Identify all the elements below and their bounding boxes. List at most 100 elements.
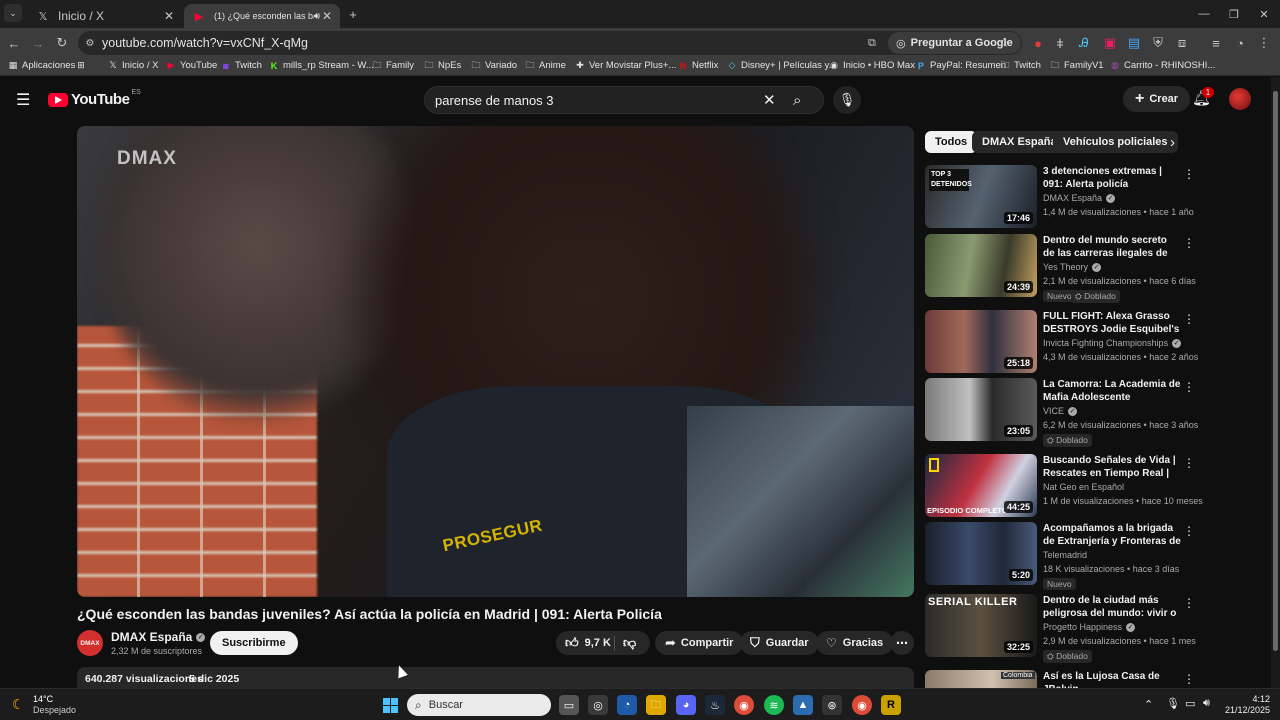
tab-x[interactable]: 𝕏 Inicio / X ✕ [28,4,182,28]
bookmark-folder-twitch[interactable]: 🗀 Twitch [1000,60,1040,72]
recommendation-item[interactable]: 25:18 FULL FIGHT: Alexa Grasso DESTROYS … [925,310,1198,374]
page-scrollbar[interactable] [1271,77,1280,688]
bookmark-apps[interactable]: ▦ Aplicaciones [8,60,76,71]
restore-icon[interactable]: ❐ [1224,4,1244,24]
bookmark-rhinoshield[interactable]: ◍ Carrito - RHINOSHI... [1110,60,1215,71]
bookmark-folder-familyv1[interactable]: 🗀 FamilyV1 [1050,60,1103,72]
like-icon[interactable]: 👍︎ [565,635,579,651]
chevron-up-icon[interactable]: ⌃ [1144,698,1153,711]
hamburger-menu-icon[interactable]: ☰ [16,90,30,110]
more-options-icon[interactable]: ⋮ [1183,167,1195,181]
tab-media-icon[interactable]: ≡ [1206,33,1226,53]
network-icon[interactable]: ▭ [1185,697,1195,710]
bookmark-grid[interactable]: ⊞ [76,60,90,70]
clock-time[interactable]: 4:12 [1226,694,1270,704]
bookmark-twitch[interactable]: ◙ Twitch [221,60,262,71]
dislike-icon[interactable]: 👎︎ [623,635,636,651]
more-options-icon[interactable]: ⋮ [1183,312,1195,326]
bookmark-folder-family[interactable]: 🗀 Family [372,60,414,72]
more-options-icon[interactable]: ⋮ [1183,524,1195,538]
app-icon[interactable]: ◎ [588,695,608,715]
recommendation-item[interactable]: EPISODIO COMPLETO 44:25 Buscando Señales… [925,454,1203,518]
clock-date[interactable]: 21/12/2025 [1218,705,1270,715]
more-options-icon[interactable]: ⋮ [1183,236,1195,250]
video-player[interactable]: PROSEGUR DMAX [77,126,914,597]
search-input[interactable]: parense de manos 3 ✕ ⌕ [424,86,824,114]
weather-moon-icon[interactable]: ☾ [12,696,25,713]
like-count[interactable]: 9,7 K [585,637,611,649]
task-view-icon[interactable]: ▭ [559,695,579,715]
tab-search-icon[interactable]: ⌄ [4,4,22,22]
search-icon[interactable]: ⌕ [793,92,801,109]
recommendation-item[interactable]: 23:05 La Camorra: La Academia de Mafia A… [925,378,1198,447]
extension-red-icon[interactable]: ● [1028,33,1048,53]
share-button[interactable]: ➦ Compartir [655,631,744,655]
photos-icon[interactable]: ▲ [793,695,813,715]
steam-icon[interactable]: ♨ [705,695,725,715]
bookmark-star-icon[interactable]: ☆ [998,35,1010,51]
save-button[interactable]: ⛉ Guardar [740,631,819,655]
bookmark-x[interactable]: 𝕏 Inicio / X [108,60,158,71]
chrome-active-icon[interactable]: ◉ [852,695,872,715]
voice-search-icon[interactable]: 🎙︎ [833,86,861,114]
bookmark-folder-variado[interactable]: 🗀 Variado [471,60,517,72]
speaker-icon[interactable]: 🔊︎ [314,11,320,22]
volume-icon[interactable]: 🔊︎ [1203,697,1210,710]
chevron-right-icon[interactable]: › [1170,134,1175,151]
close-icon[interactable]: ✕ [164,9,174,23]
avatar[interactable] [1229,88,1251,110]
weather-condition[interactable]: Despejado [33,705,76,715]
chrome-icon[interactable]: ◉ [734,695,754,715]
bookmark-folder-npes[interactable]: 🗀 NpEs [424,60,461,72]
window-close-icon[interactable]: ✕ [1254,4,1274,24]
reload-icon[interactable]: ↻ [52,33,72,53]
recommendation-item[interactable]: 24:39 Dentro del mundo secreto de las ca… [925,234,1196,303]
browser-menu-icon[interactable]: ⋮ [1254,33,1274,53]
clear-search-icon[interactable]: ✕ [763,91,776,109]
description-box[interactable]: 640.287 visualizaciones 5 dic 2025 [77,667,914,688]
extension-mic-icon[interactable]: ǂ [1050,33,1070,53]
address-bar[interactable]: ⚙ youtube.com/watch?v=vxCNf_X-qMg ⧉ ◎ Pr… [78,31,1022,55]
channel-name-row[interactable]: DMAX España ✓ [111,630,206,644]
recommendation-item[interactable]: SERIAL KILLER 32:25 Dentro de la ciudad … [925,594,1196,663]
more-options-icon[interactable]: ⋮ [1183,380,1195,394]
new-tab-icon[interactable]: + [343,4,363,24]
profile-icon[interactable]: ◔ [1230,33,1250,53]
bookmark-movistar[interactable]: ✚ Ver Movistar Plus+... [575,60,676,71]
bookmark-youtube[interactable]: ▶ YouTube [166,60,218,71]
spotify-icon[interactable]: ≋ [764,695,784,715]
bookmark-paypal[interactable]: P PayPal: Resumen [916,60,1006,71]
file-explorer-icon[interactable]: 🗀 [646,695,666,715]
discord-icon[interactable]: ◕ [676,695,696,715]
rockstar-icon[interactable]: R [881,695,901,715]
minimize-icon[interactable]: — [1194,4,1214,24]
create-button[interactable]: + Crear [1123,86,1191,112]
back-icon[interactable]: ← [4,33,24,53]
thanks-button[interactable]: ♡ Gracias [816,631,894,655]
youtube-logo[interactable]: YouTube ES [48,89,141,108]
extension-pink-icon[interactable]: ▣ [1100,33,1120,53]
extension-shield-icon[interactable]: ⛨ [1148,33,1168,53]
taskbar-search-input[interactable]: ⌕ Buscar [407,694,551,716]
extensions-puzzle-icon[interactable]: ⧈ [1172,33,1192,53]
cast-icon[interactable]: ⧉ [868,37,876,50]
xbox-icon[interactable]: ⊛ [822,695,842,715]
scrollbar-thumb[interactable] [1273,91,1278,651]
windows-start-icon[interactable] [380,695,400,715]
more-options-icon[interactable]: ⋮ [1183,672,1195,686]
browser-app-icon[interactable]: ◔ [617,695,637,715]
close-icon[interactable]: ✕ [322,9,332,23]
recommendation-item[interactable]: Colombia Así es la Lujosa Casa de JBalvi… [925,670,1195,688]
more-actions-icon[interactable]: ⋯ [890,631,914,655]
site-info-icon[interactable]: ⚙ [78,38,102,49]
bookmark-hbo[interactable]: ◉ Inicio • HBO Max [829,60,915,71]
forward-icon[interactable]: → [28,33,48,53]
recommendation-item[interactable]: TOP 3 DETENIDOS 17:46 3 detenciones extr… [925,165,1195,229]
chip-all[interactable]: Todos [925,131,978,153]
chip-police-vehicles[interactable]: Vehículos policiales [1053,131,1178,153]
weather-temperature[interactable]: 14°C [33,694,53,704]
extension-translate-icon[interactable]: Ꭿ [1074,33,1094,53]
more-options-icon[interactable]: ⋮ [1183,456,1195,470]
bookmark-disney[interactable]: ◇ Disney+ | Películas y... [727,60,837,71]
more-options-icon[interactable]: ⋮ [1183,596,1195,610]
